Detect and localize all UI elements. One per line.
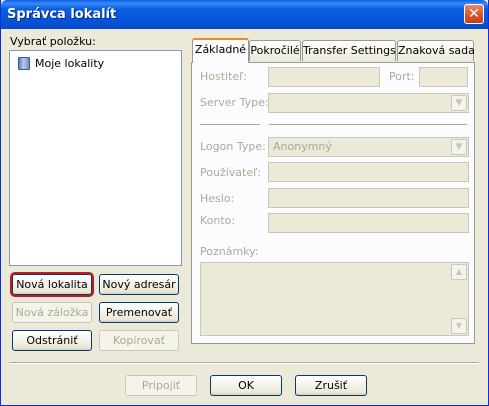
site-manager-window: Správca lokalít ✕ Vybrať položku: Moje l… — [0, 0, 489, 406]
logon-type-select[interactable]: Anonymný ▼ — [268, 137, 469, 157]
select-entry-label: Vybrať položku: — [10, 35, 96, 48]
server-type-label: Server Type: — [200, 96, 269, 109]
server-type-select[interactable]: ▼ — [268, 93, 469, 113]
host-label: Hostiteľ: — [200, 70, 248, 83]
scroll-up-icon[interactable]: ▲ — [451, 264, 467, 280]
ok-button[interactable]: OK — [210, 375, 282, 396]
site-tree[interactable]: Moje lokality — [9, 50, 182, 266]
tree-item-my-sites[interactable]: Moje lokality — [18, 57, 104, 70]
cancel-button[interactable]: Zrušiť — [295, 375, 367, 396]
user-input[interactable] — [268, 162, 469, 182]
host-input[interactable] — [268, 67, 380, 87]
rename-button[interactable]: Premenovať — [99, 302, 179, 323]
port-label: Port: — [389, 70, 415, 83]
separator — [269, 124, 467, 126]
tab-transfer-settings[interactable]: Transfer Settings — [302, 40, 396, 61]
new-folder-button[interactable]: Nový adresár — [99, 274, 179, 295]
password-label: Heslo: — [200, 192, 235, 205]
new-site-button[interactable]: Nová lokalita — [12, 274, 92, 295]
footer-separator — [9, 362, 479, 364]
port-input[interactable] — [419, 67, 468, 87]
tab-charset[interactable]: Znaková sada — [397, 40, 475, 61]
tree-item-label: Moje lokality — [35, 57, 105, 70]
account-label: Konto: — [200, 214, 236, 227]
user-label: Používateľ: — [200, 166, 261, 179]
copy-button[interactable]: Kopírovať — [99, 330, 179, 351]
chevron-down-icon[interactable]: ▼ — [451, 139, 467, 155]
delete-button[interactable]: Odstrániť — [12, 330, 92, 351]
tab-general[interactable]: Základné — [192, 38, 249, 63]
new-bookmark-button[interactable]: Nová záložka — [12, 302, 92, 323]
window-title: Správca lokalít — [7, 7, 117, 22]
password-input[interactable] — [268, 188, 469, 208]
separator — [200, 124, 260, 126]
scroll-down-icon[interactable]: ▼ — [451, 318, 467, 334]
logon-type-label: Logon Type: — [200, 140, 266, 153]
close-icon[interactable]: ✕ — [464, 4, 484, 24]
site-folder-icon — [18, 57, 30, 70]
connect-button[interactable]: Pripojiť — [125, 375, 197, 396]
notes-label: Poznámky: — [200, 245, 259, 258]
notes-textarea[interactable]: ▲ ▼ — [200, 262, 469, 336]
chevron-down-icon[interactable]: ▼ — [451, 95, 467, 111]
tab-advanced[interactable]: Pokročilé — [249, 40, 301, 61]
title-bar[interactable]: Správca lokalít ✕ — [1, 0, 488, 29]
account-input[interactable] — [268, 213, 469, 233]
